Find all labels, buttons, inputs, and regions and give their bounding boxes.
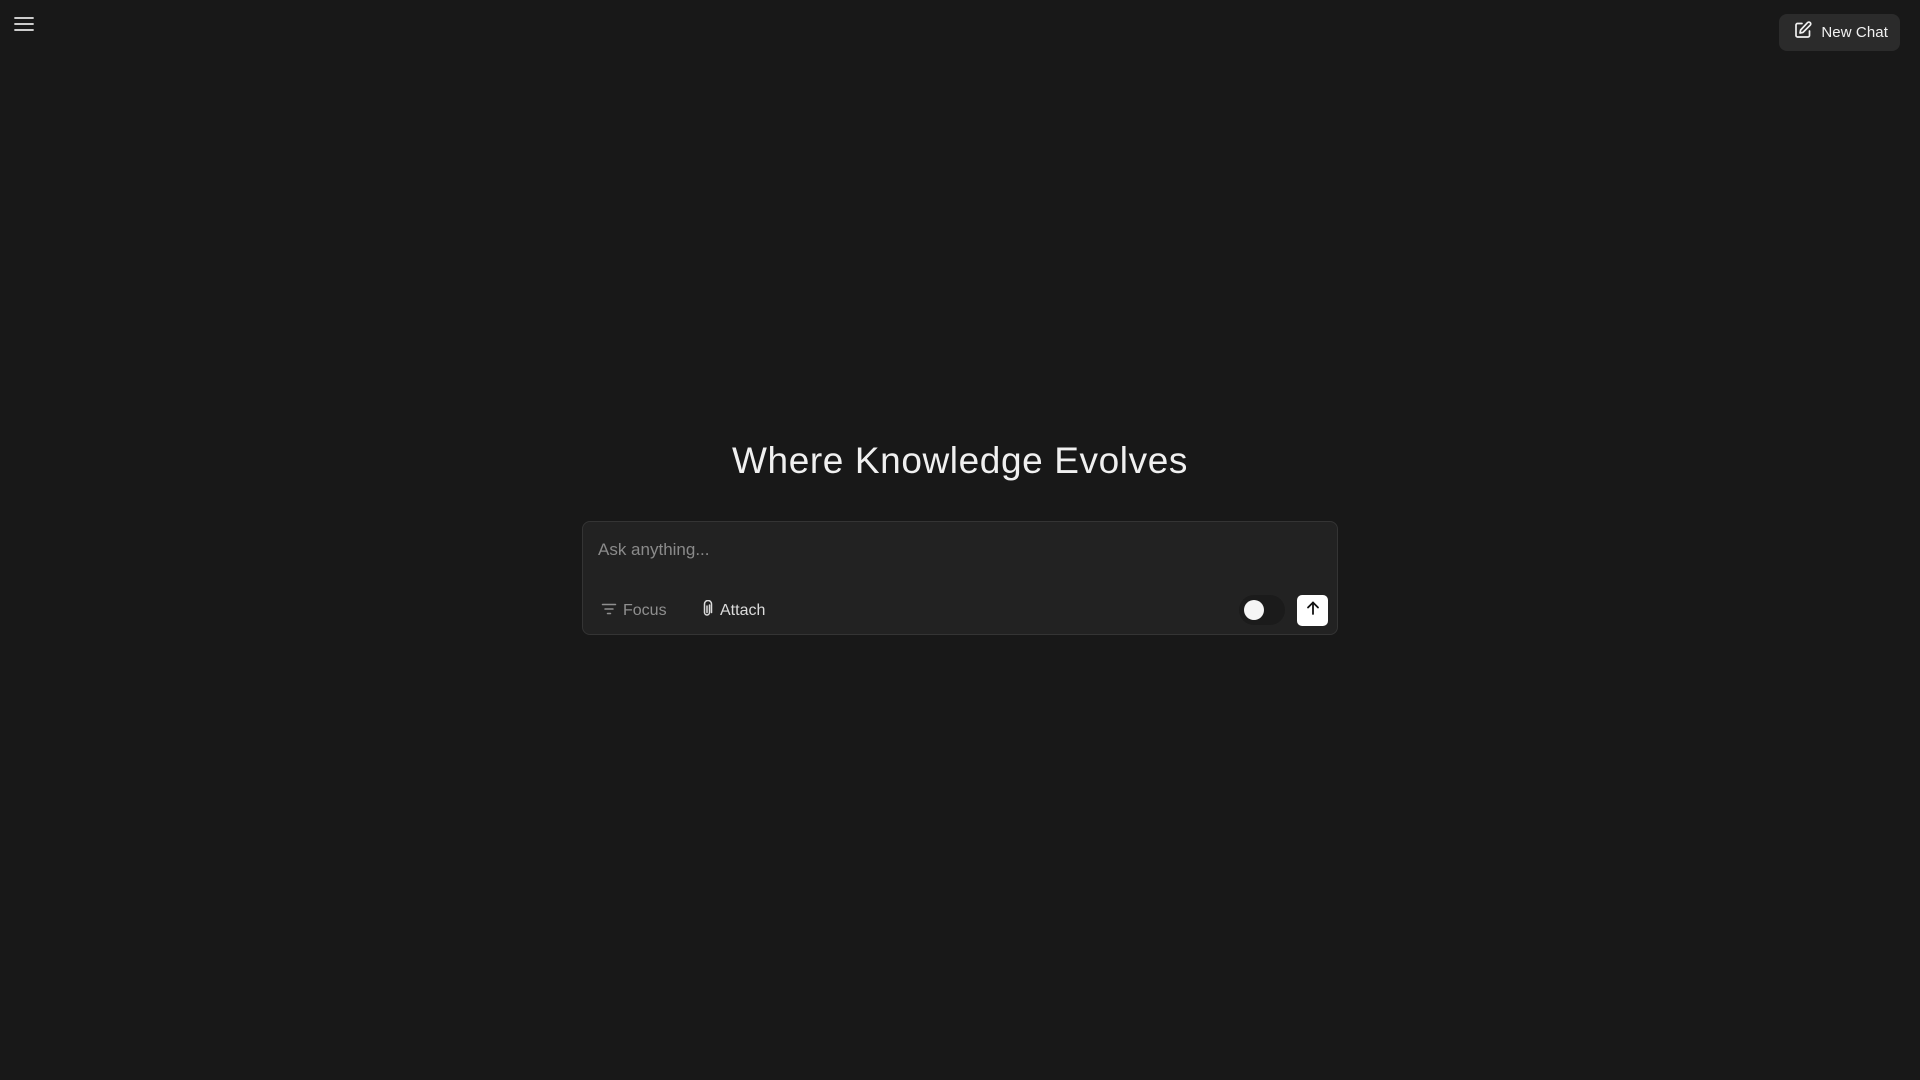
menu-button[interactable] [8, 10, 40, 38]
filter-lines-icon [601, 602, 617, 621]
toggle-knob [1244, 600, 1264, 620]
app-page: New Chat Where Knowledge Evolves Focus [0, 0, 1920, 1080]
toggle-switch[interactable] [1239, 595, 1285, 625]
focus-button[interactable]: Focus [601, 598, 667, 624]
chat-composer: Focus Attach [582, 521, 1338, 635]
pencil-square-icon [1793, 20, 1813, 45]
attach-button[interactable]: Attach [700, 598, 765, 624]
send-button[interactable] [1297, 595, 1328, 626]
ask-input[interactable] [598, 535, 1298, 565]
arrow-up-icon [1305, 600, 1321, 621]
attach-label: Attach [720, 602, 766, 619]
paperclip-icon [700, 599, 714, 623]
new-chat-label: New Chat [1821, 24, 1888, 41]
focus-label: Focus [623, 602, 667, 619]
page-title: Where Knowledge Evolves [732, 440, 1188, 481]
hamburger-menu-icon [14, 16, 34, 32]
new-chat-button[interactable]: New Chat [1779, 14, 1900, 51]
